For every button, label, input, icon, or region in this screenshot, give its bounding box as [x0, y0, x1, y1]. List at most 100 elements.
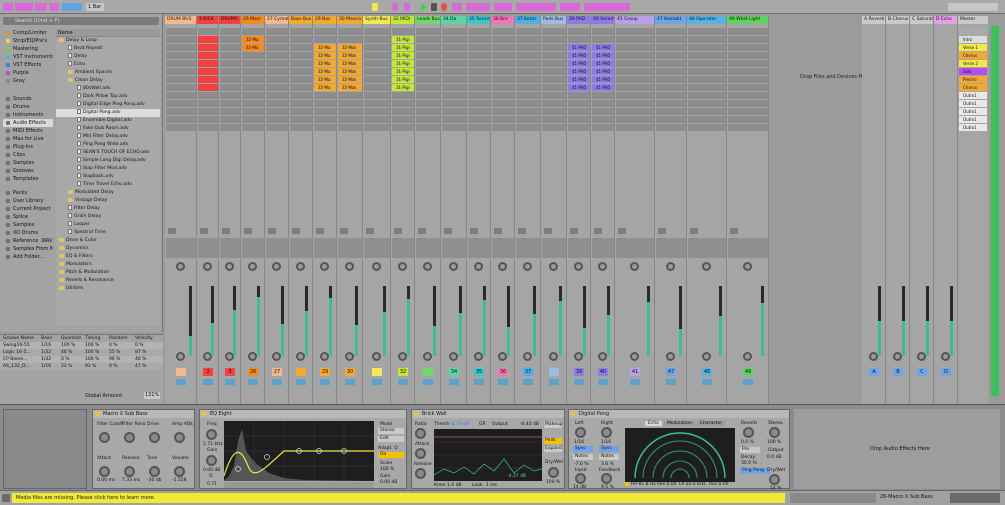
clip-slot[interactable] — [220, 68, 240, 75]
track-header[interactable]: 27 Cymat — [265, 16, 288, 24]
sends-section[interactable] — [416, 238, 440, 258]
file-row[interactable]: SEAN'S TOUCH OF ECHO.adv — [56, 149, 160, 157]
library-item[interactable]: Clips — [3, 151, 53, 159]
solo-button[interactable] — [523, 379, 533, 385]
sends-section[interactable] — [338, 238, 362, 258]
clip-slot[interactable] — [364, 28, 390, 35]
scene-launch[interactable] — [959, 28, 987, 35]
pan-knob[interactable] — [296, 352, 305, 361]
clip-slot[interactable] — [568, 28, 590, 35]
clip-slot[interactable] — [568, 36, 590, 43]
library-item[interactable]: Audio Effects — [3, 119, 53, 127]
clip-slot[interactable] — [688, 100, 726, 107]
clip-slot[interactable] — [728, 84, 768, 91]
clip-slot[interactable] — [266, 68, 288, 75]
scene-launch[interactable]: Precho — [959, 76, 987, 83]
clip-slot[interactable] — [442, 52, 466, 59]
macro-knob[interactable] — [99, 466, 110, 477]
clip-slot[interactable] — [542, 116, 566, 123]
clip-slot[interactable] — [728, 68, 768, 75]
send-knob[interactable] — [702, 262, 711, 271]
sends-section[interactable] — [290, 238, 312, 258]
sends-section[interactable] — [198, 238, 218, 258]
pan-knob[interactable] — [248, 352, 257, 361]
clip-slot[interactable] — [616, 100, 654, 107]
send-knob[interactable] — [743, 262, 752, 271]
scene-launch[interactable]: Outro1 — [959, 100, 987, 107]
places-item[interactable]: Add Folder... — [3, 253, 53, 261]
clip-slot[interactable] — [166, 124, 196, 131]
drywet-knob[interactable] — [548, 467, 559, 478]
clip-slot[interactable] — [592, 124, 614, 131]
clip-slot[interactable] — [516, 44, 540, 51]
info-view-icon[interactable] — [2, 494, 10, 502]
echo-sync-left[interactable]: Sync — [573, 446, 593, 452]
library-item[interactable]: Samples — [3, 159, 53, 167]
solo-button[interactable] — [423, 379, 433, 385]
clip-slot[interactable] — [338, 36, 362, 43]
ratio-knob[interactable] — [415, 428, 426, 439]
clip-slot[interactable] — [392, 108, 414, 115]
send-knob[interactable] — [320, 262, 329, 271]
clip-slot[interactable] — [568, 100, 590, 107]
view-toggle-buttons[interactable] — [950, 493, 1000, 503]
sends-section[interactable] — [492, 238, 514, 258]
clip-slot[interactable] — [266, 100, 288, 107]
file-row[interactable]: Filter Delay — [56, 205, 160, 213]
collection-item[interactable]: Mastering — [3, 45, 53, 53]
clip-slot[interactable] — [364, 108, 390, 115]
clip-slot[interactable] — [338, 100, 362, 107]
clip-slot[interactable] — [516, 124, 540, 131]
clip-slot[interactable] — [338, 108, 362, 115]
clip-slot[interactable] — [364, 60, 390, 67]
clip-slot[interactable] — [364, 92, 390, 99]
clip-slot[interactable] — [242, 60, 264, 67]
pan-knob[interactable] — [549, 352, 558, 361]
clip-slot[interactable] — [416, 92, 440, 99]
clip-slot[interactable] — [616, 36, 654, 43]
clip-slot[interactable] — [516, 108, 540, 115]
collection-item[interactable]: VST Instruments — [3, 53, 53, 61]
sends-section[interactable] — [364, 238, 390, 258]
eq-q-value[interactable]: 0.71 — [207, 482, 217, 487]
solo-button[interactable] — [203, 379, 213, 385]
file-row[interactable]: Modulated Delay — [56, 189, 160, 197]
clip-slot[interactable] — [568, 124, 590, 131]
echo-output-value[interactable]: 0.0 dB — [767, 455, 782, 460]
track-header[interactable]: 36 Bro — [491, 16, 514, 24]
file-row[interactable]: Delay & Loop — [56, 37, 160, 45]
clip-slot[interactable] — [568, 108, 590, 115]
pan-knob[interactable] — [666, 352, 675, 361]
clip-slot[interactable] — [416, 60, 440, 67]
drop-effects-zone[interactable]: Drop Audio Effects Here — [794, 409, 1000, 489]
pan-knob[interactable] — [598, 352, 607, 361]
clip-slot[interactable] — [220, 44, 240, 51]
library-item[interactable]: Instruments — [3, 111, 53, 119]
clip-slot[interactable] — [392, 116, 414, 123]
clip-slot[interactable] — [616, 28, 654, 35]
track-header[interactable]: 37 Kontc — [515, 16, 540, 24]
power-icon[interactable] — [95, 412, 99, 416]
clip-slot[interactable] — [242, 100, 264, 107]
eq-title[interactable]: EQ Eight — [200, 410, 406, 418]
solo-button[interactable] — [296, 379, 306, 385]
clip-slot[interactable] — [242, 76, 264, 83]
scene-launch[interactable]: Outro1 — [959, 116, 987, 123]
clip-slot[interactable] — [364, 68, 390, 75]
eq-band-selector[interactable] — [224, 482, 374, 488]
clip-slot[interactable] — [198, 28, 218, 35]
clip[interactable]: 32-Mas — [338, 76, 362, 83]
file-row[interactable]: Looper — [56, 221, 160, 229]
echo-offset-left[interactable]: -7.0 % — [574, 462, 589, 467]
clip-slot[interactable] — [290, 52, 312, 59]
status-message[interactable]: Media files are missing. Please click he… — [12, 493, 785, 503]
sends-section[interactable] — [442, 238, 466, 258]
clip-slot[interactable] — [516, 52, 540, 59]
clip-stop-icon[interactable] — [268, 228, 276, 234]
clip-slot[interactable] — [542, 44, 566, 51]
track-activator[interactable] — [372, 368, 382, 376]
macro-knob[interactable] — [124, 466, 135, 477]
file-row[interactable]: Ensemble Digital.adv — [56, 117, 160, 125]
track-header[interactable]: 29 Bas — [313, 16, 336, 24]
clip-slot[interactable] — [442, 100, 466, 107]
